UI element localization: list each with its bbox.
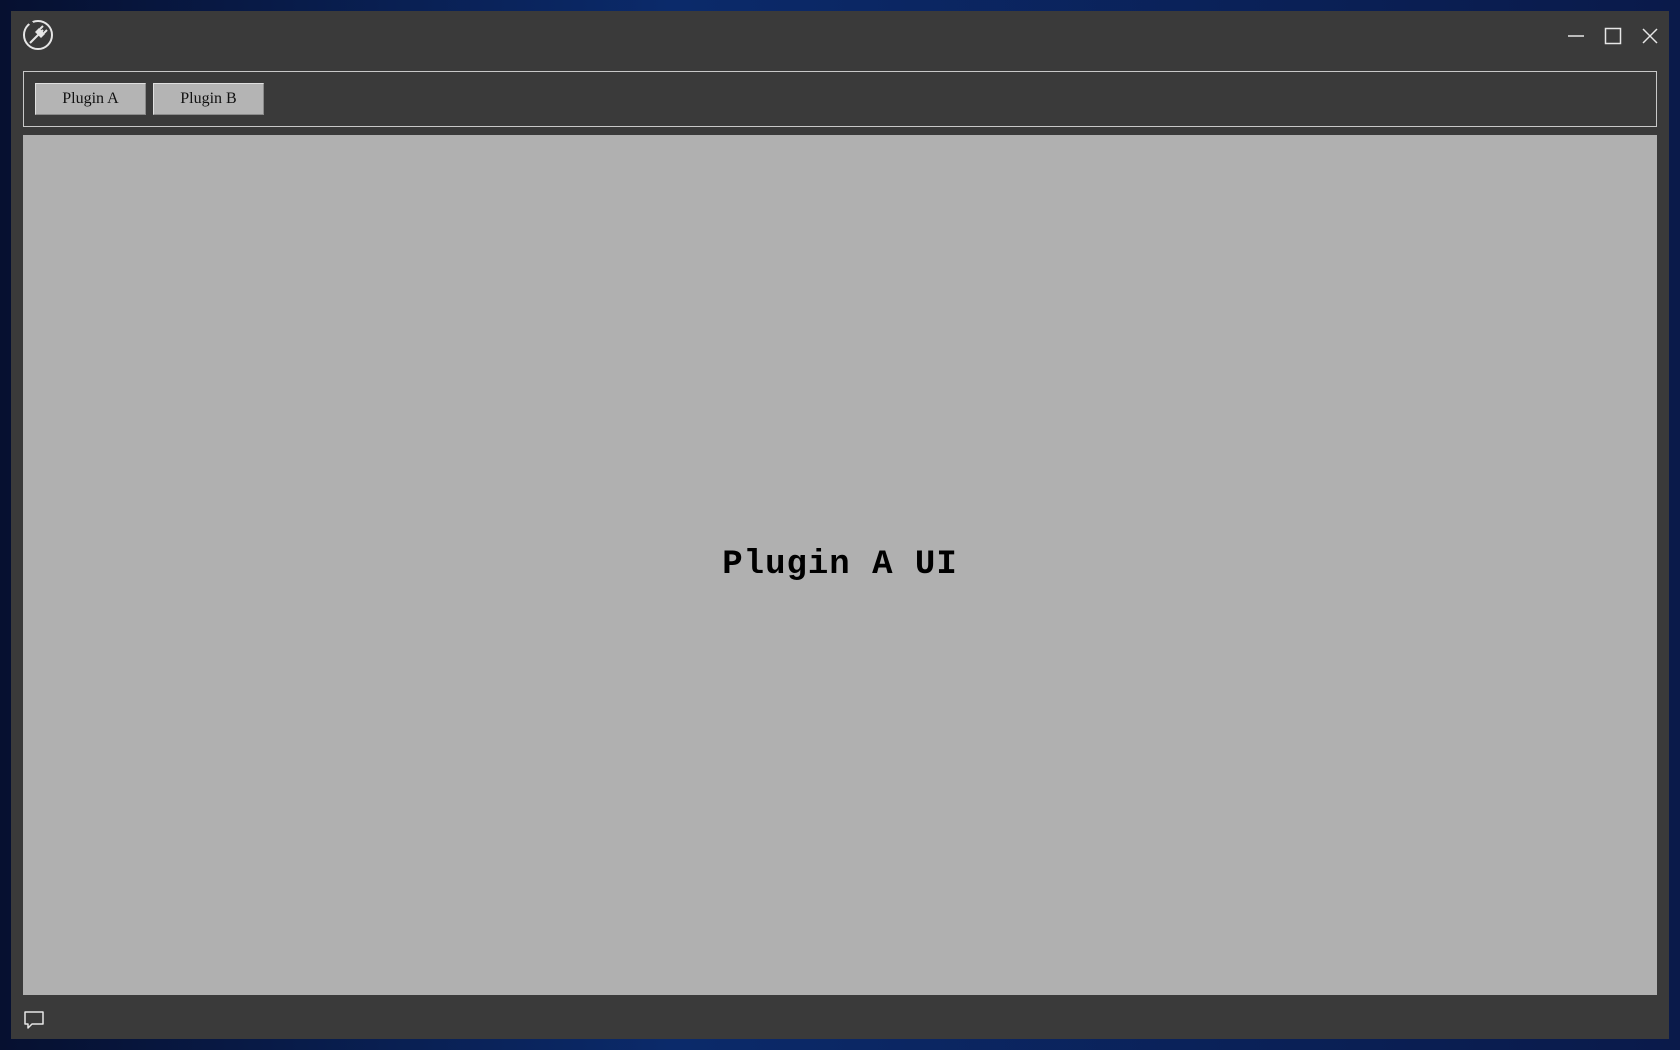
maximize-icon (1604, 27, 1622, 45)
plug-icon (21, 17, 55, 52)
close-icon (1642, 28, 1658, 44)
minimize-icon (1568, 35, 1584, 37)
plugin-content-area: Plugin A UI (23, 135, 1657, 995)
status-bar (11, 999, 1669, 1039)
close-button[interactable] (1635, 21, 1665, 51)
minimize-button[interactable] (1561, 21, 1591, 51)
plugin-a-button[interactable]: Plugin A (35, 83, 146, 115)
app-window: Plugin A Plugin B Plugin A UI (11, 11, 1669, 1039)
maximize-button[interactable] (1598, 21, 1628, 51)
message-icon[interactable] (23, 1009, 45, 1031)
plugin-toolbar: Plugin A Plugin B (23, 71, 1657, 127)
plugin-b-button[interactable]: Plugin B (153, 83, 264, 115)
title-bar[interactable] (11, 11, 1669, 67)
plugin-ui-title: Plugin A UI (722, 546, 958, 584)
